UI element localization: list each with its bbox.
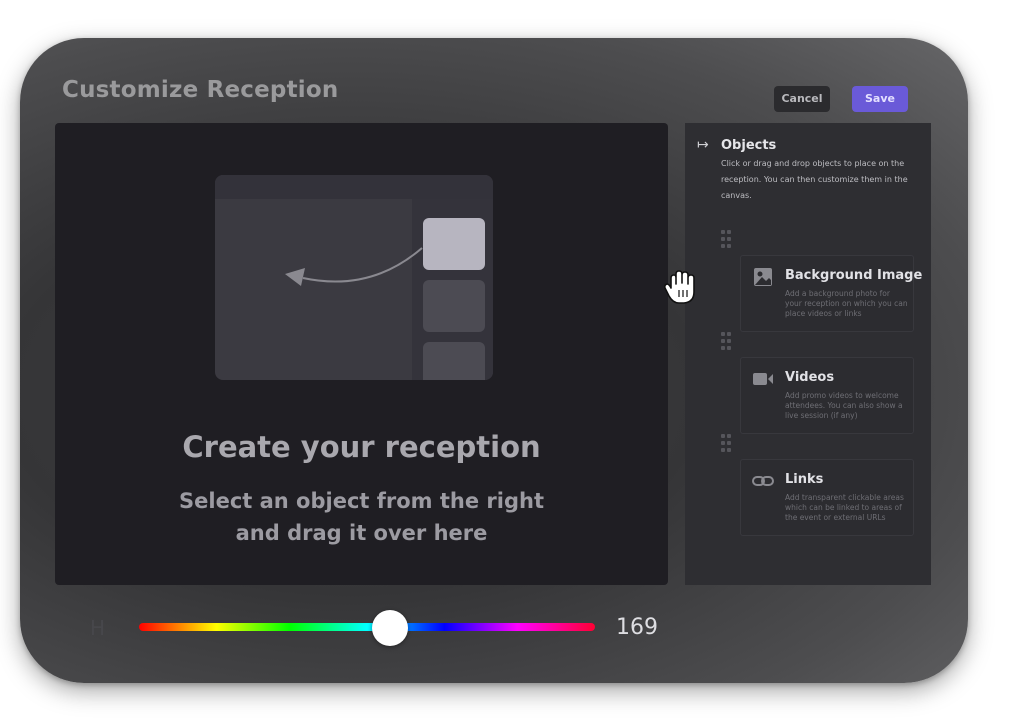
canvas-instructions-line-1: Select an object from the right [179, 489, 544, 513]
hue-value: 169 [616, 615, 658, 640]
save-button[interactable]: Save [852, 86, 908, 112]
drag-handle-icon[interactable] [721, 332, 733, 350]
hue-slider-knob[interactable] [371, 610, 408, 646]
object-name: Background Image [785, 268, 923, 283]
object-card-videos[interactable]: Videos Add promo videos to welcome atten… [740, 357, 914, 434]
object-card-background-image[interactable]: Background Image Add a background photo … [740, 255, 922, 332]
drag-handle-icon[interactable] [721, 434, 733, 452]
object-description: Add a background photo for your receptio… [785, 289, 908, 318]
collapse-panel-icon[interactable]: ↦ [697, 137, 721, 153]
canvas-instructions: Select an object from the right and drag… [55, 485, 668, 549]
canvas-headline: Create your reception [182, 430, 541, 464]
object-description: Add promo videos to welcome attendees. Y… [785, 391, 903, 420]
object-name: Videos [785, 370, 835, 385]
drag-illustration [215, 175, 493, 380]
image-icon [754, 268, 772, 286]
hue-slider-track[interactable] [139, 623, 595, 631]
drag-handle-icon[interactable] [721, 230, 733, 248]
cancel-button[interactable]: Cancel [774, 86, 830, 112]
hue-label: H [90, 616, 106, 640]
objects-panel-title: Objects [721, 137, 777, 153]
video-camera-icon [753, 373, 773, 385]
objects-panel: ↦ Objects Click or drag and drop objects… [685, 123, 931, 585]
object-description: Add transparent clickable areas which ca… [785, 493, 904, 522]
reception-canvas[interactable]: Create your reception Select an object f… [55, 123, 668, 585]
object-name: Links [785, 472, 824, 487]
objects-panel-header: ↦ Objects [697, 137, 776, 153]
link-icon [752, 476, 774, 486]
object-card-links[interactable]: Links Add transparent clickable areas wh… [740, 459, 914, 536]
objects-panel-description: Click or drag and drop objects to place … [721, 159, 908, 200]
grab-cursor-icon [663, 270, 695, 304]
canvas-instructions-line-2: and drag it over here [235, 521, 488, 545]
dialog-frame: Customize Reception Cancel Save Create y… [20, 38, 968, 683]
drag-arrow-icon [285, 247, 423, 286]
dialog-title: Customize Reception [62, 77, 339, 103]
